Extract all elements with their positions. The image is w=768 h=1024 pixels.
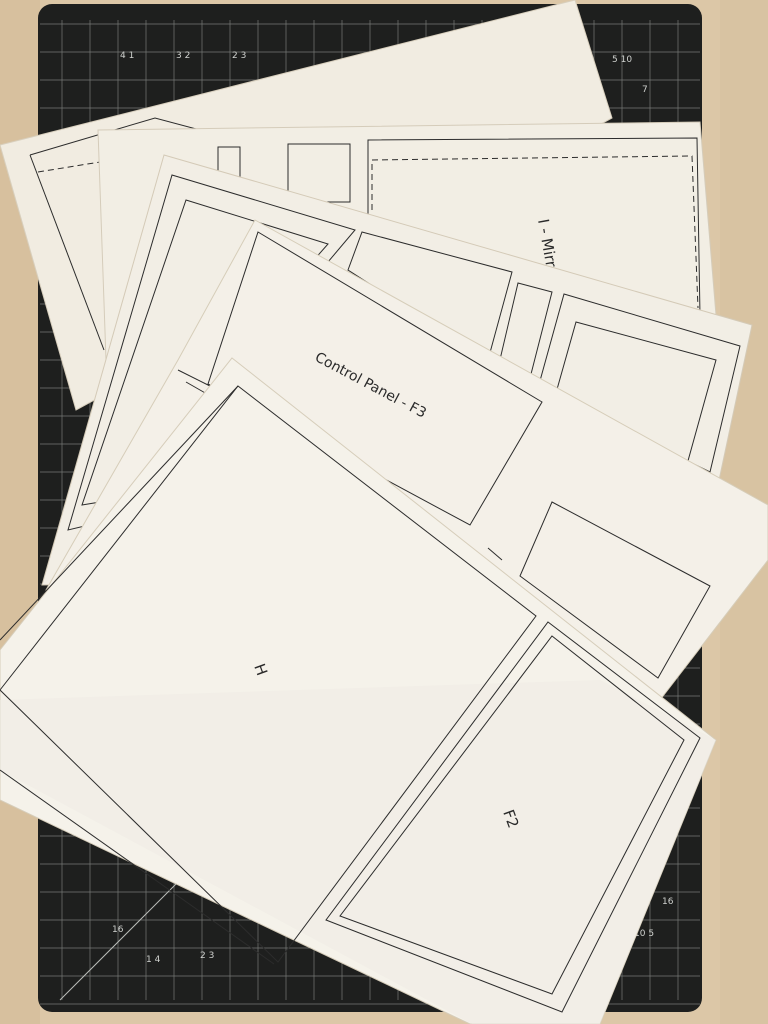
- mat-number: 4 1: [120, 51, 134, 61]
- mat-number: 16: [662, 897, 674, 907]
- mat-number: 7: [642, 85, 648, 95]
- mat-number: 2 3: [232, 51, 246, 61]
- mat-number: 2 3: [200, 951, 214, 961]
- mat-number: 16: [112, 925, 124, 935]
- mat-number: 1 4: [146, 955, 161, 965]
- photo-scene: 4 1 3 2 2 3 5 10 7 16 1 4 2 3 15 10 5 16…: [0, 0, 768, 1024]
- mat-number: 3 2: [176, 51, 190, 61]
- mat-number: 5 10: [612, 55, 632, 65]
